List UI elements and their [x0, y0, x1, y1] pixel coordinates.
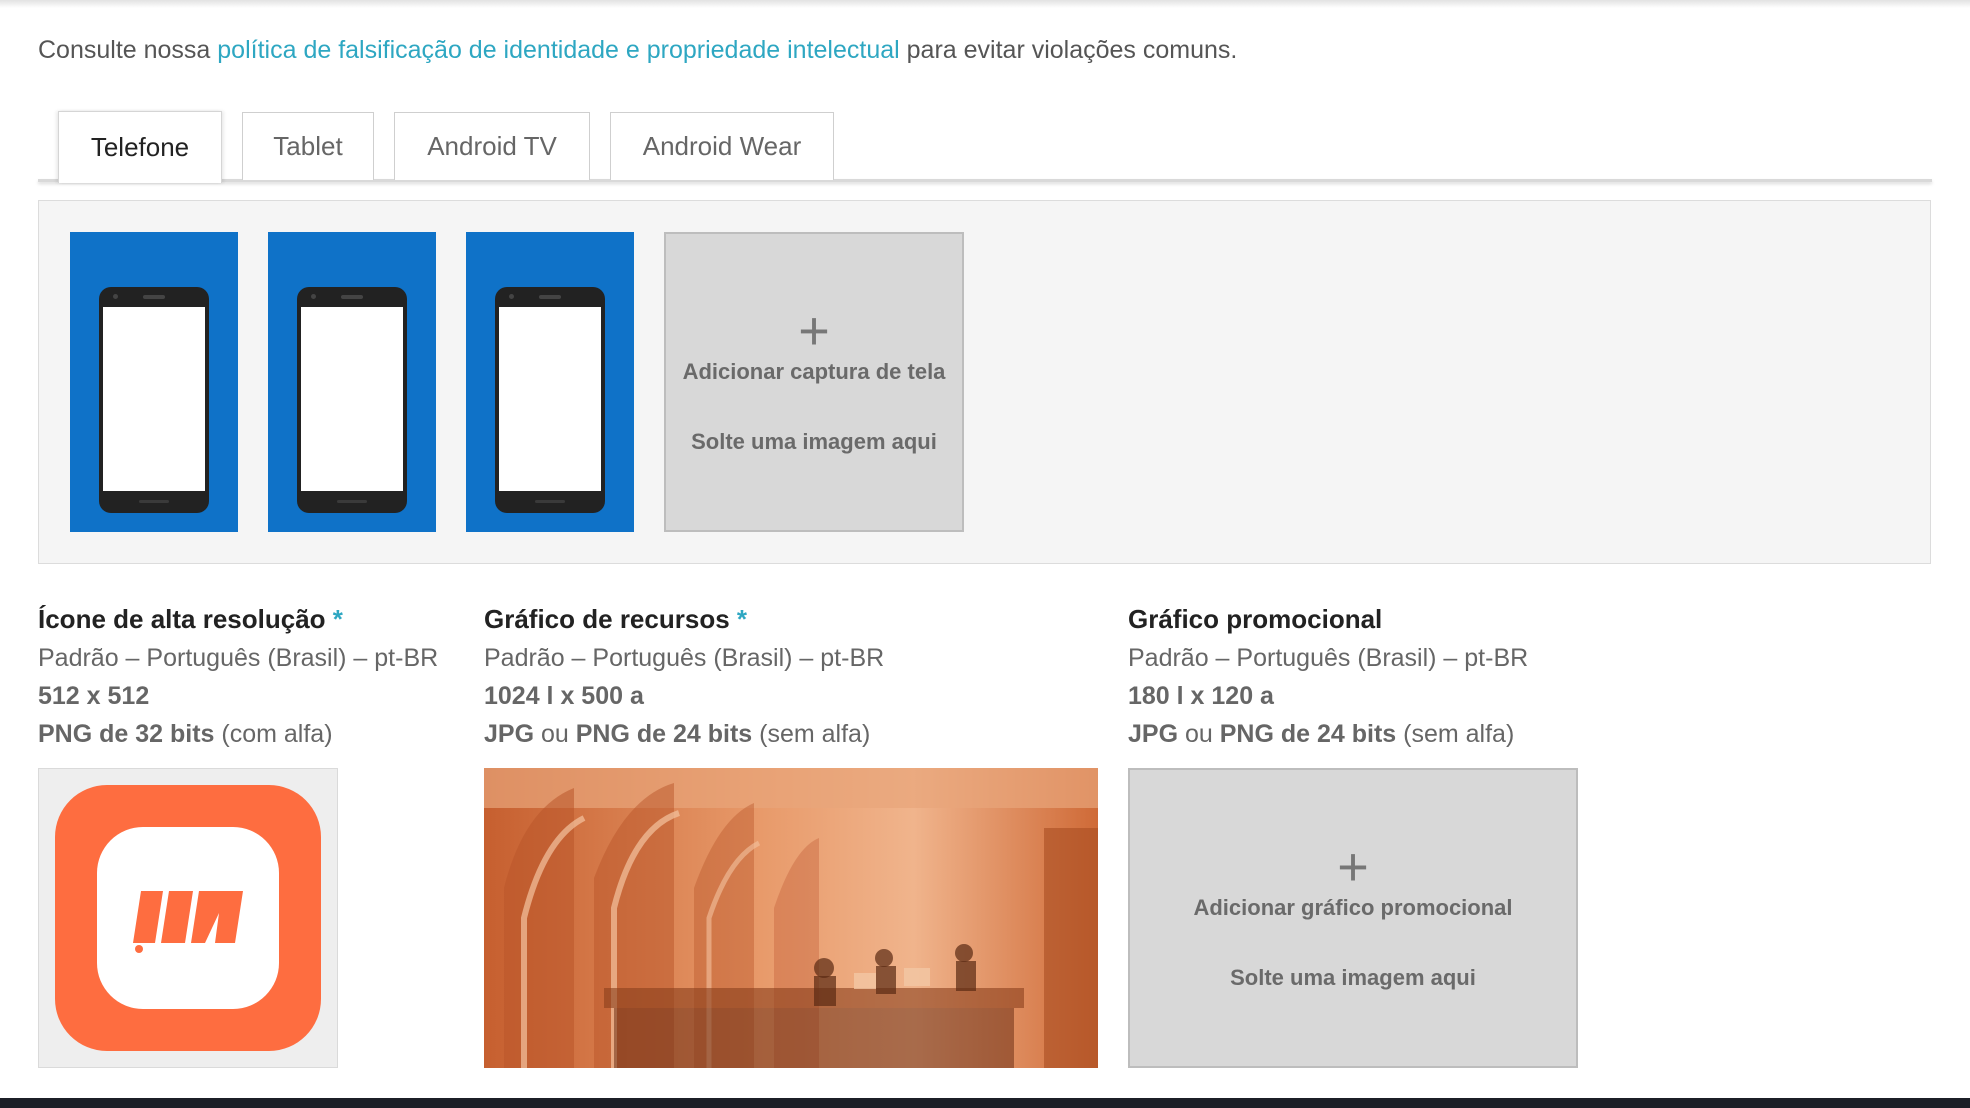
icon-size: 512 x 512	[38, 682, 150, 710]
phone-icon	[99, 287, 209, 513]
top-shadow	[0, 0, 1970, 8]
phone-screen	[301, 307, 403, 491]
promo-format-a: JPG	[1128, 720, 1179, 748]
promo-size: 180 l x 120 a	[1128, 682, 1274, 710]
promo-language: Padrão – Português (Brasil) – pt-BR	[1128, 644, 1529, 672]
phone-icon	[495, 287, 605, 513]
bottom-bar	[0, 1098, 1970, 1108]
phone-camera	[113, 294, 118, 299]
app-logo-inner	[97, 827, 279, 1009]
phone-screen	[103, 307, 205, 491]
feature-graphic-title-text: Gráfico de recursos	[484, 604, 730, 634]
promo-format-note: (sem alfa)	[1396, 720, 1515, 748]
hi-res-icon-section: Ícone de alta resolução * Padrão – Portu…	[38, 604, 438, 749]
add-promo-graphic-dropzone[interactable]: + Adicionar gráfico promocional Solte um…	[1128, 768, 1578, 1068]
plus-icon: +	[1337, 837, 1369, 897]
icon-language: Padrão – Português (Brasil) – pt-BR	[38, 644, 439, 672]
feature-format-note: (sem alfa)	[752, 720, 871, 748]
screenshot-thumbnail[interactable]	[268, 232, 436, 532]
phone-camera	[311, 294, 316, 299]
policy-link[interactable]: política de falsificação de identidade e…	[217, 36, 899, 64]
app-logo-icon	[55, 785, 321, 1051]
feature-graphic-title: Gráfico de recursos *	[484, 604, 884, 635]
device-tabs: Telefone Tablet Android TV Android Wear	[38, 111, 1932, 183]
feature-graphic-image[interactable]	[484, 768, 1098, 1068]
required-marker: *	[332, 604, 343, 634]
add-promo-label: Adicionar gráfico promocional	[1193, 895, 1513, 920]
screenshot-thumbnail[interactable]	[70, 232, 238, 532]
promo-format-or: ou	[1178, 720, 1220, 748]
phone-speaker	[341, 295, 363, 299]
promo-graphic-title: Gráfico promocional	[1128, 604, 1383, 634]
screenshots-panel: + Adicionar captura de tela Solte uma im…	[38, 200, 1931, 564]
phone-speaker	[539, 295, 561, 299]
feature-format-a: JPG	[484, 720, 535, 748]
phone-speaker	[143, 295, 165, 299]
phone-icon	[297, 287, 407, 513]
icon-format-note: (com alfa)	[214, 720, 333, 748]
tab-android-wear[interactable]: Android Wear	[610, 112, 834, 180]
tab-android-tv[interactable]: Android TV	[394, 112, 590, 180]
tab-tablet[interactable]: Tablet	[242, 112, 374, 180]
hi-res-icon-title: Ícone de alta resolução *	[38, 604, 438, 635]
feature-size: 1024 l x 500 a	[484, 682, 644, 710]
phone-screen	[499, 307, 601, 491]
hi-res-icon-title-text: Ícone de alta resolução	[38, 604, 326, 634]
feature-format-b: PNG de 24 bits	[575, 720, 753, 748]
notice-prefix: Consulte nossa	[38, 36, 218, 64]
add-screenshot-label: Adicionar captura de tela	[682, 359, 946, 384]
plus-icon: +	[798, 301, 830, 361]
feature-format: JPG ou PNG de 24 bits (sem alfa)	[484, 720, 884, 749]
phone-chin	[139, 500, 169, 503]
phone-chin	[535, 500, 565, 503]
screenshot-thumbnail[interactable]	[466, 232, 634, 532]
icon-format-main: PNG de 32 bits	[38, 720, 215, 748]
feature-format-or: ou	[534, 720, 576, 748]
hi-res-icon-image[interactable]	[38, 768, 338, 1068]
add-screenshot-dropzone[interactable]: + Adicionar captura de tela Solte uma im…	[664, 232, 964, 532]
phone-chin	[337, 500, 367, 503]
required-marker: *	[736, 604, 748, 634]
notice-suffix: para evitar violações comuns.	[899, 36, 1238, 64]
drop-image-label: Solte uma imagem aqui	[691, 429, 937, 454]
promo-format-b: PNG de 24 bits	[1219, 720, 1397, 748]
phone-camera	[509, 294, 514, 299]
policy-notice: Consulte nossa política de falsificação …	[38, 36, 1237, 65]
feature-graphic-section: Gráfico de recursos * Padrão – Português…	[484, 604, 884, 749]
office-photo	[484, 768, 1098, 1068]
tab-telefone[interactable]: Telefone	[58, 111, 222, 183]
promo-format: JPG ou PNG de 24 bits (sem alfa)	[1128, 720, 1528, 749]
promo-graphic-section: Gráfico promocional Padrão – Português (…	[1128, 604, 1528, 749]
feature-language: Padrão – Português (Brasil) – pt-BR	[484, 644, 885, 672]
drop-image-label: Solte uma imagem aqui	[1230, 965, 1476, 990]
app-logo-mark	[133, 891, 243, 953]
icon-format: PNG de 32 bits (com alfa)	[38, 720, 438, 749]
